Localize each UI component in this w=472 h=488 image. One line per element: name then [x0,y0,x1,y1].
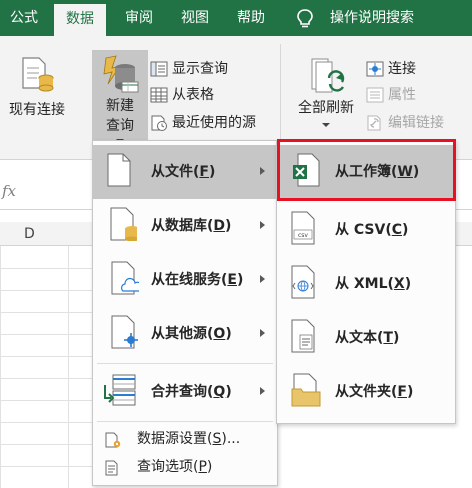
new-query-label-line2: 查询 [106,118,134,134]
menu-item-label: 从数据库(D) [151,218,232,234]
menu-item-label: 从在线服务(E) [151,272,244,288]
cloud-icon [111,261,139,295]
grid-line [0,268,92,269]
menu-item-data-source-settings[interactable]: 数据源设置(S)... [93,425,277,453]
grid-line [0,444,92,445]
grid-line [0,290,92,291]
edit-links-label: 编辑链接 [388,115,444,131]
edit-links-icon [367,115,381,131]
new-query-menu: 从文件(F) 从数据库(D) 从在线服务(E) 从其他源(O) 合并查询(Q) … [92,140,278,486]
xml-file-icon [291,265,315,299]
menu-item-from-file[interactable]: 从文件(F) [93,145,277,199]
submenu-arrow-icon [260,221,265,229]
connections-label: 连接 [388,61,416,77]
menu-item-label: 从 CSV(C) [335,222,409,238]
refresh-all-button[interactable]: 全部刷新 [286,56,366,128]
menu-item-from-folder[interactable]: 从文件夹(F) [277,365,455,419]
grid-line [0,334,92,335]
refresh-all-label: 全部刷新 [298,100,354,116]
menu-item-label: 从文件(F) [151,164,216,180]
merge-icon [104,374,136,406]
properties-icon [366,87,384,103]
menu-item-label: 合并查询(Q) [151,384,232,400]
menu-item-label: 从其他源(O) [151,326,232,342]
menu-item-label: 从文件夹(F) [335,384,414,400]
lightbulb-icon[interactable] [296,9,314,29]
tab-review[interactable]: 审阅 [114,0,164,36]
submenu-arrow-icon [260,329,265,337]
menu-item-from-online-services[interactable]: 从在线服务(E) [93,253,277,307]
database-icon [110,207,137,241]
csv-file-icon: csv [291,211,315,245]
menu-item-combine-queries[interactable]: 合并查询(Q) [93,365,277,419]
grid-line [0,422,92,423]
new-query-label-line1: 新建 [106,98,134,114]
submenu-arrow-icon [260,387,265,395]
menu-item-query-options[interactable]: 查询选项(P) [93,453,277,481]
tab-view[interactable]: 视图 [170,0,220,36]
menu-item-label: 查询选项(P) [137,459,213,475]
menu-item-label: 从 XML(X) [335,276,412,292]
menu-item-from-text[interactable]: 从文本(T) [277,311,455,365]
column-header-d[interactable]: D [24,226,35,242]
folder-icon [291,373,321,407]
data-source-settings-icon [105,432,121,448]
menu-item-from-csv[interactable]: csv 从 CSV(C) [277,203,455,257]
recent-sources-label: 最近使用的源 [172,115,256,131]
chevron-down-icon [322,123,330,127]
tab-formulas[interactable]: 公式 [0,0,48,36]
grid-line [0,312,92,313]
grid-line [0,378,92,379]
existing-connections-button[interactable]: 现有连接 [0,56,74,120]
recent-sources-icon [151,115,167,131]
grid-line [0,356,92,357]
connections-icon [366,61,384,77]
grid-line [0,400,92,401]
menu-item-from-database[interactable]: 从数据库(D) [93,199,277,253]
new-query-icon [103,55,139,93]
menu-item-from-xml[interactable]: 从 XML(X) [277,257,455,311]
tell-me-search[interactable]: 操作说明搜索 [330,0,414,36]
tab-data[interactable]: 数据 [54,4,106,36]
show-queries-icon [150,61,168,77]
query-options-icon [105,460,118,476]
svg-text:csv: csv [298,232,308,239]
menu-separator [97,363,273,364]
existing-connections-icon [22,57,54,92]
existing-connections-label: 现有连接 [9,102,65,118]
menu-item-label: 数据源设置(S)... [137,431,241,447]
table-icon [150,87,168,103]
text-file-icon [291,319,315,353]
new-query-button[interactable]: 新建 查询 [92,54,148,144]
grid-line [0,246,1,488]
document-icon [107,153,131,187]
grid-line [0,466,92,467]
refresh-all-icon [311,58,345,93]
ribbon-group-separator [280,44,281,152]
submenu-arrow-icon [260,275,265,283]
highlight-callout-box [277,139,456,201]
properties-label: 属性 [388,87,416,103]
show-queries-label: 显示查询 [172,61,228,77]
other-source-icon [111,315,138,349]
menu-item-label: 从文本(T) [335,330,400,346]
menu-separator [97,421,273,422]
grid-line [68,246,69,488]
submenu-arrow-icon [260,167,265,175]
tab-help[interactable]: 帮助 [226,0,276,36]
fx-label[interactable]: fx [2,182,16,200]
from-table-label: 从表格 [172,87,214,103]
menu-item-from-other-sources[interactable]: 从其他源(O) [93,307,277,361]
